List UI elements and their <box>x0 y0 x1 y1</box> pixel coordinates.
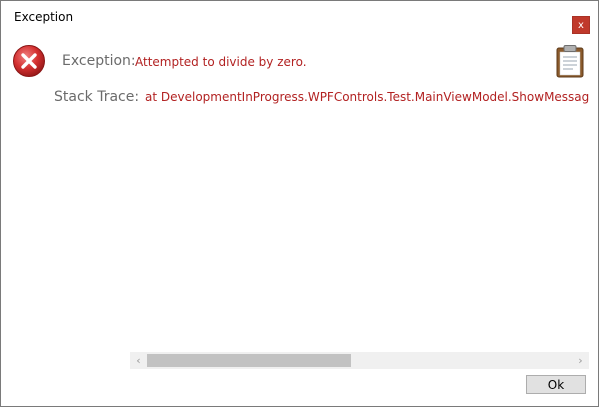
ok-button[interactable]: Ok <box>526 375 586 394</box>
exception-dialog: Exception x Exception: Attempted to divi… <box>0 0 599 407</box>
title-bar: Exception x <box>1 1 598 34</box>
error-icon <box>13 45 45 77</box>
exception-label: Exception: <box>62 53 136 69</box>
close-button[interactable]: x <box>572 16 590 34</box>
window-title: Exception <box>14 10 74 24</box>
horizontal-scrollbar[interactable]: ‹ › <box>130 352 589 369</box>
stack-trace-area[interactable]: at DevelopmentInProgress.WPFControls.Tes… <box>143 88 589 108</box>
stack-trace-text: at DevelopmentInProgress.WPFControls.Tes… <box>145 90 589 104</box>
clipboard-icon[interactable] <box>555 44 585 78</box>
stack-trace-label: Stack Trace: <box>54 89 140 105</box>
scroll-left-arrow-icon[interactable]: ‹ <box>130 352 147 369</box>
exception-message: Attempted to divide by zero. <box>135 55 307 69</box>
scrollbar-thumb[interactable] <box>147 354 351 367</box>
scroll-right-arrow-icon[interactable]: › <box>572 352 589 369</box>
